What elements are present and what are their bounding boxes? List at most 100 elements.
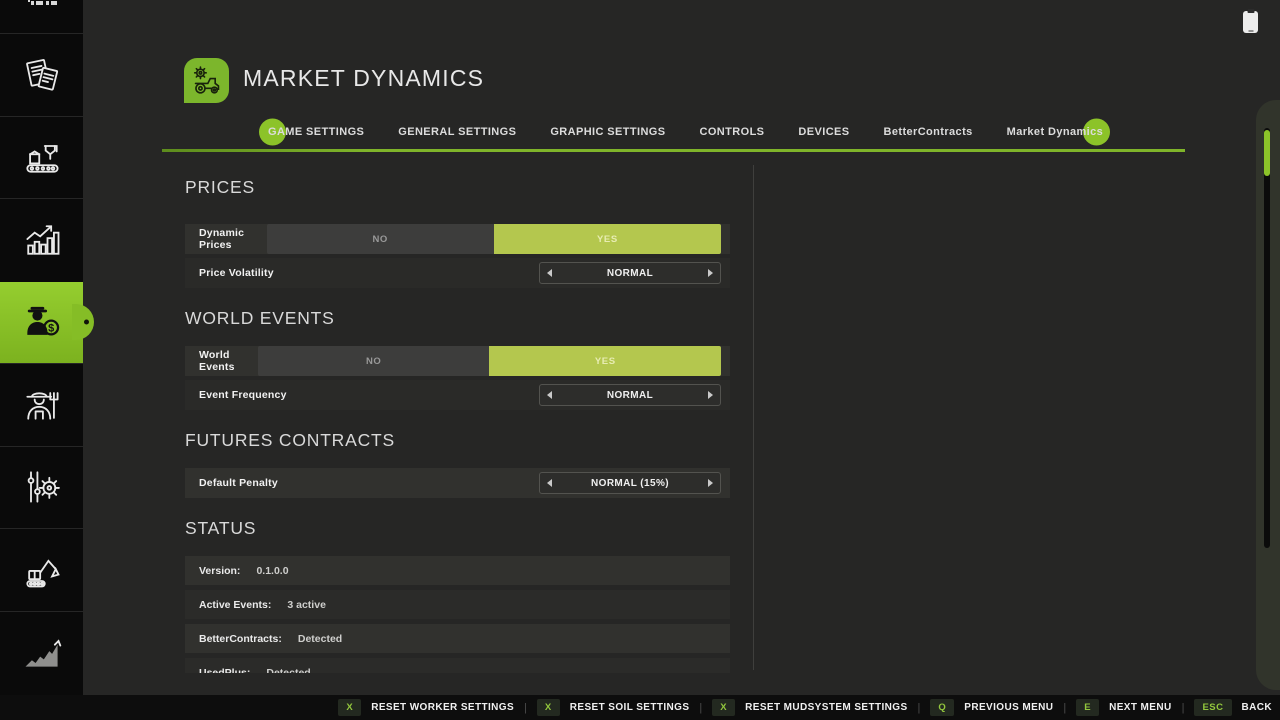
page-title: MARKET DYNAMICS	[243, 65, 484, 92]
status-label: BetterContracts:	[199, 633, 282, 645]
market-economy-icon: $	[20, 300, 64, 344]
stepper-next-arrow-icon[interactable]	[708, 391, 713, 399]
svg-text:$: $	[48, 323, 54, 335]
setting-row-world-events: World Events NO YES	[185, 346, 730, 376]
dynamic-prices-toggle: NO YES	[267, 224, 721, 254]
setting-row-price-volatility: Price Volatility NORMAL	[185, 258, 730, 288]
sidebar-item-production[interactable]	[0, 116, 83, 199]
scrollbar-panel	[1256, 100, 1280, 690]
section-title-status: STATUS	[185, 518, 730, 539]
sidebar-item-mod-settings[interactable]	[0, 446, 83, 529]
setting-label: Event Frequency	[199, 389, 287, 401]
setting-row-event-frequency: Event Frequency NORMAL	[185, 380, 730, 410]
sidebar-item-price-trends[interactable]	[0, 611, 83, 694]
status-row-version: Version: 0.1.0.0	[185, 556, 730, 585]
workers-icon	[20, 383, 64, 427]
tab-devices[interactable]: DEVICES	[798, 126, 849, 138]
stepper-next-arrow-icon[interactable]	[708, 479, 713, 487]
section-title-futures-contracts: FUTURES CONTRACTS	[185, 430, 730, 451]
statistics-icon	[20, 218, 64, 262]
stepper-next-arrow-icon[interactable]	[708, 269, 713, 277]
stepper-value: NORMAL (15%)	[539, 478, 721, 489]
production-icon	[20, 135, 64, 179]
status-label: Active Events:	[199, 599, 271, 611]
status-value: 0.1.0.0	[256, 565, 288, 577]
scrollbar-track[interactable]	[1264, 128, 1270, 548]
status-value: Detected	[298, 633, 342, 645]
stepper-box: NORMAL	[539, 262, 721, 284]
separator: |	[524, 702, 527, 714]
tab-controls[interactable]: CONTROLS	[700, 126, 765, 138]
sidebar-item-workers[interactable]	[0, 363, 83, 446]
scrollbar-thumb[interactable]	[1264, 130, 1270, 176]
tractor-gear-icon	[189, 63, 225, 99]
separator: |	[1063, 702, 1066, 714]
construction-icon	[20, 548, 64, 592]
tab-graphic-settings[interactable]: GRAPHIC SETTINGS	[550, 126, 665, 138]
section-title-world-events: WORLD EVENTS	[185, 308, 730, 329]
price-volatility-stepper: NORMAL	[539, 262, 721, 284]
hotkey-reset-mudsystem-settings[interactable]: X RESET MUDSYSTEM SETTINGS	[712, 699, 907, 716]
sidebar-item-vehicles[interactable]	[0, 0, 83, 33]
mod-settings-icon	[20, 465, 64, 509]
stepper-value: NORMAL	[539, 268, 721, 279]
status-label: Version:	[199, 565, 240, 577]
key-badge[interactable]: X	[712, 699, 735, 716]
tab-general-settings[interactable]: GENERAL SETTINGS	[398, 126, 516, 138]
hotkey-next-menu[interactable]: E NEXT MENU	[1076, 699, 1171, 716]
hotkey-previous-menu[interactable]: Q PREVIOUS MENU	[930, 699, 1053, 716]
active-notch-dot	[84, 320, 89, 325]
status-label: UsedPlus:	[199, 667, 250, 674]
separator: |	[699, 702, 702, 714]
price-trends-icon	[20, 630, 64, 674]
key-badge[interactable]: Q	[930, 699, 954, 716]
key-badge[interactable]: E	[1076, 699, 1099, 716]
tab-bar: GAME SETTINGS GENERAL SETTINGS GRAPHIC S…	[268, 118, 1137, 146]
market-dynamics-settings-screen: $	[0, 0, 1280, 720]
stepper-box: NORMAL	[539, 384, 721, 406]
status-row-bettercontracts: BetterContracts: Detected	[185, 624, 730, 653]
status-row-usedplus: UsedPlus: Detected	[185, 658, 730, 673]
setting-row-default-penalty: Default Penalty NORMAL (15%)	[185, 468, 730, 498]
section-title-prices: PRICES	[185, 177, 730, 198]
toggle-yes-button[interactable]: YES	[494, 224, 721, 254]
key-badge[interactable]: X	[338, 699, 361, 716]
status-value: 3 active	[287, 599, 326, 611]
stepper-value: NORMAL	[539, 390, 721, 401]
world-events-toggle: NO YES	[258, 346, 721, 376]
hotkey-bar: X RESET WORKER SETTINGS | X RESET SOIL S…	[0, 695, 1280, 720]
tab-game-settings[interactable]: GAME SETTINGS	[268, 126, 364, 138]
setting-label: Price Volatility	[199, 267, 274, 279]
status-row-active-events: Active Events: 3 active	[185, 590, 730, 619]
default-penalty-stepper: NORMAL (15%)	[539, 472, 721, 494]
sidebar-item-market-economy[interactable]: $	[0, 281, 83, 364]
hotkey-back[interactable]: ESC BACK	[1194, 699, 1272, 716]
separator: |	[918, 702, 921, 714]
key-badge[interactable]: ESC	[1194, 699, 1231, 716]
event-frequency-stepper: NORMAL	[539, 384, 721, 406]
settings-content: PRICES Dynamic Prices NO YES Price Volat…	[185, 152, 730, 673]
separator: |	[1182, 702, 1185, 714]
key-badge[interactable]: X	[537, 699, 560, 716]
hotkey-reset-worker-settings[interactable]: X RESET WORKER SETTINGS	[338, 699, 514, 716]
toggle-yes-button[interactable]: YES	[489, 346, 721, 376]
stepper-box: NORMAL (15%)	[539, 472, 721, 494]
sidebar: $	[0, 0, 83, 695]
status-value: Detected	[266, 667, 310, 674]
hotkey-reset-soil-settings[interactable]: X RESET SOIL SETTINGS	[537, 699, 690, 716]
toggle-no-button[interactable]: NO	[267, 224, 494, 254]
setting-label: World Events	[199, 349, 258, 373]
toggle-no-button[interactable]: NO	[258, 346, 490, 376]
content-divider	[753, 165, 754, 670]
setting-label: Dynamic Prices	[199, 227, 267, 251]
tab-market-dynamics[interactable]: Market Dynamics	[1007, 126, 1104, 138]
sidebar-item-contracts[interactable]	[0, 33, 83, 116]
sidebar-item-construction[interactable]	[0, 528, 83, 611]
contracts-icon	[20, 53, 64, 97]
app-icon-badge	[184, 58, 229, 103]
tab-bettercontracts[interactable]: BetterContracts	[884, 126, 973, 138]
sidebar-item-statistics[interactable]	[0, 198, 83, 281]
mobile-device-icon	[1243, 11, 1258, 33]
setting-label: Default Penalty	[199, 477, 278, 489]
setting-row-dynamic-prices: Dynamic Prices NO YES	[185, 224, 730, 254]
